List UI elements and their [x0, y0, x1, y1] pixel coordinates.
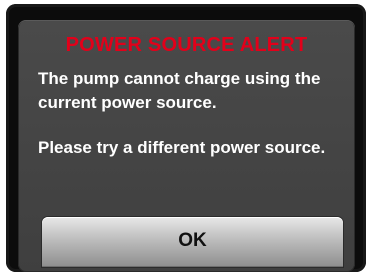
dialog-title: POWER SOURCE ALERT: [65, 34, 308, 56]
alert-instruction: Please try a different power source.: [38, 138, 326, 157]
ok-button-label: OK: [178, 230, 207, 251]
device-screen: POWER SOURCE ALERT The pump cannot charg…: [6, 4, 366, 272]
ok-button[interactable]: OK: [42, 217, 343, 267]
alert-message: The pump cannot charge using the current…: [38, 69, 321, 112]
power-source-alert-dialog: POWER SOURCE ALERT The pump cannot charg…: [18, 20, 355, 272]
